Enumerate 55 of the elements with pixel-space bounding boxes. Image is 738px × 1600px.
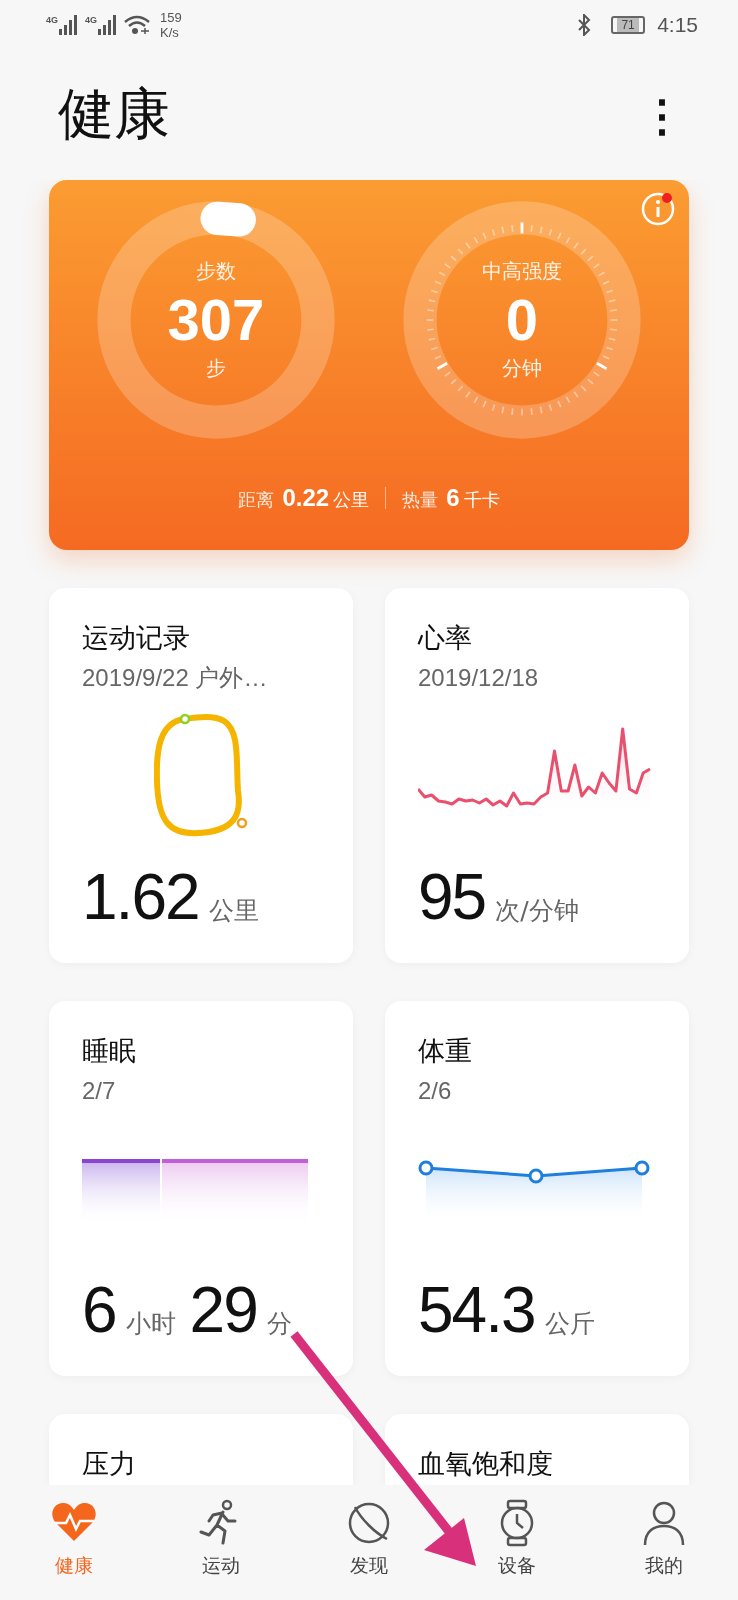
wifi-icon <box>124 15 151 35</box>
card-title: 心率 <box>418 621 473 655</box>
stat-value: 0.22 <box>282 484 330 512</box>
bluetooth-icon <box>577 14 592 36</box>
card-date: 2/6 <box>418 1076 453 1106</box>
network-speed: K/s <box>160 25 180 40</box>
reading-unit: 次/分钟 <box>495 895 579 927</box>
health-card[interactable]: 心率 2019/12/18 95 次/分钟 <box>385 588 689 963</box>
ring-value: 307 <box>167 286 265 354</box>
reading-value: 6 <box>82 1273 116 1347</box>
info-icon[interactable] <box>641 190 677 226</box>
ring-label: 步数 <box>196 258 236 285</box>
health-card[interactable]: 血氧饱和度 <box>385 1414 689 1485</box>
network-label: 4G <box>46 15 58 25</box>
ring-value: 0 <box>505 286 539 354</box>
card-title: 压力 <box>82 1447 137 1481</box>
nav-tab[interactable]: 我的 <box>645 1553 684 1579</box>
stat-unit: 公里 <box>333 488 370 512</box>
health-card[interactable]: 睡眠 2/7 6 小时 29 分 <box>49 1001 353 1376</box>
nav-tab[interactable]: 运动 <box>202 1553 241 1579</box>
page-title: 健康 <box>58 80 170 148</box>
card-title: 运动记录 <box>82 621 191 655</box>
card-title: 血氧饱和度 <box>418 1447 554 1481</box>
network-label: 4G <box>85 15 98 25</box>
menu-button[interactable]: ⋮ <box>634 89 690 141</box>
card-date: 2019/9/22 户外… <box>82 663 269 693</box>
health-card[interactable]: 体重 2/6 54.3 公斤 <box>385 1001 689 1376</box>
health-card[interactable]: 运动记录 2019/9/22 户外… 1.62 公里 <box>49 588 353 963</box>
reading-unit: 公斤 <box>544 1308 595 1340</box>
signal-icon <box>98 15 119 35</box>
reading-value: 29 <box>189 1273 257 1347</box>
network-speed: 159 <box>160 10 182 25</box>
ring-label: 中高强度 <box>482 258 562 285</box>
reading-value: 54.3 <box>418 1273 535 1347</box>
reading-value: 95 <box>418 860 486 934</box>
battery-level: 71 <box>617 18 639 32</box>
stat-unit: 千卡 <box>463 488 500 512</box>
clock-time: 4:15 <box>657 13 698 37</box>
card-date: 2019/12/18 <box>418 663 540 693</box>
ring-unit: 分钟 <box>502 355 542 382</box>
card-date: 2/7 <box>82 1076 117 1106</box>
reading-value: 1.62 <box>82 860 199 934</box>
nav-tab[interactable]: 设备 <box>497 1553 536 1579</box>
ring-unit: 步 <box>206 355 226 382</box>
reading-unit: 分 <box>266 1308 292 1340</box>
signal-icon <box>59 15 79 35</box>
reading-unit: 小时 <box>125 1308 176 1340</box>
stat-label: 热量 <box>402 488 439 512</box>
card-title: 体重 <box>418 1034 473 1068</box>
stat-value: 6 <box>446 484 460 512</box>
stat-label: 距离 <box>238 488 275 512</box>
card-title: 睡眠 <box>82 1034 137 1068</box>
health-card[interactable]: 压力 <box>49 1414 353 1485</box>
reading-unit: 公里 <box>208 895 259 927</box>
nav-tab[interactable]: 发现 <box>350 1553 388 1579</box>
